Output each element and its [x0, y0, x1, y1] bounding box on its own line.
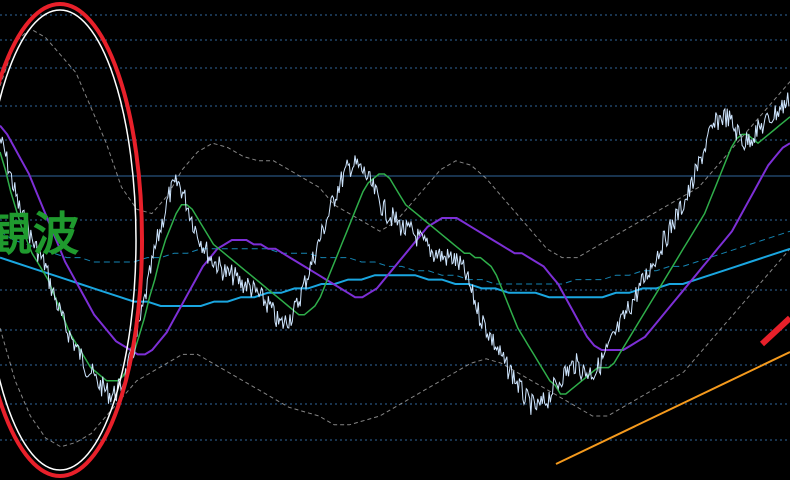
annotation-label: 観波 — [0, 207, 80, 261]
annotations — [0, 2, 790, 478]
band-lower-line — [0, 248, 790, 448]
chart-canvas — [0, 2, 790, 478]
ma-fast-line — [0, 116, 790, 395]
trend-arrow — [759, 315, 790, 347]
ma-mid-line — [0, 124, 790, 356]
price-line — [0, 92, 790, 415]
band-upper-line — [0, 28, 790, 259]
moving-averages — [0, 116, 790, 395]
ma-slow-line — [0, 247, 790, 307]
trendline — [555, 351, 790, 465]
price-series — [0, 92, 790, 415]
